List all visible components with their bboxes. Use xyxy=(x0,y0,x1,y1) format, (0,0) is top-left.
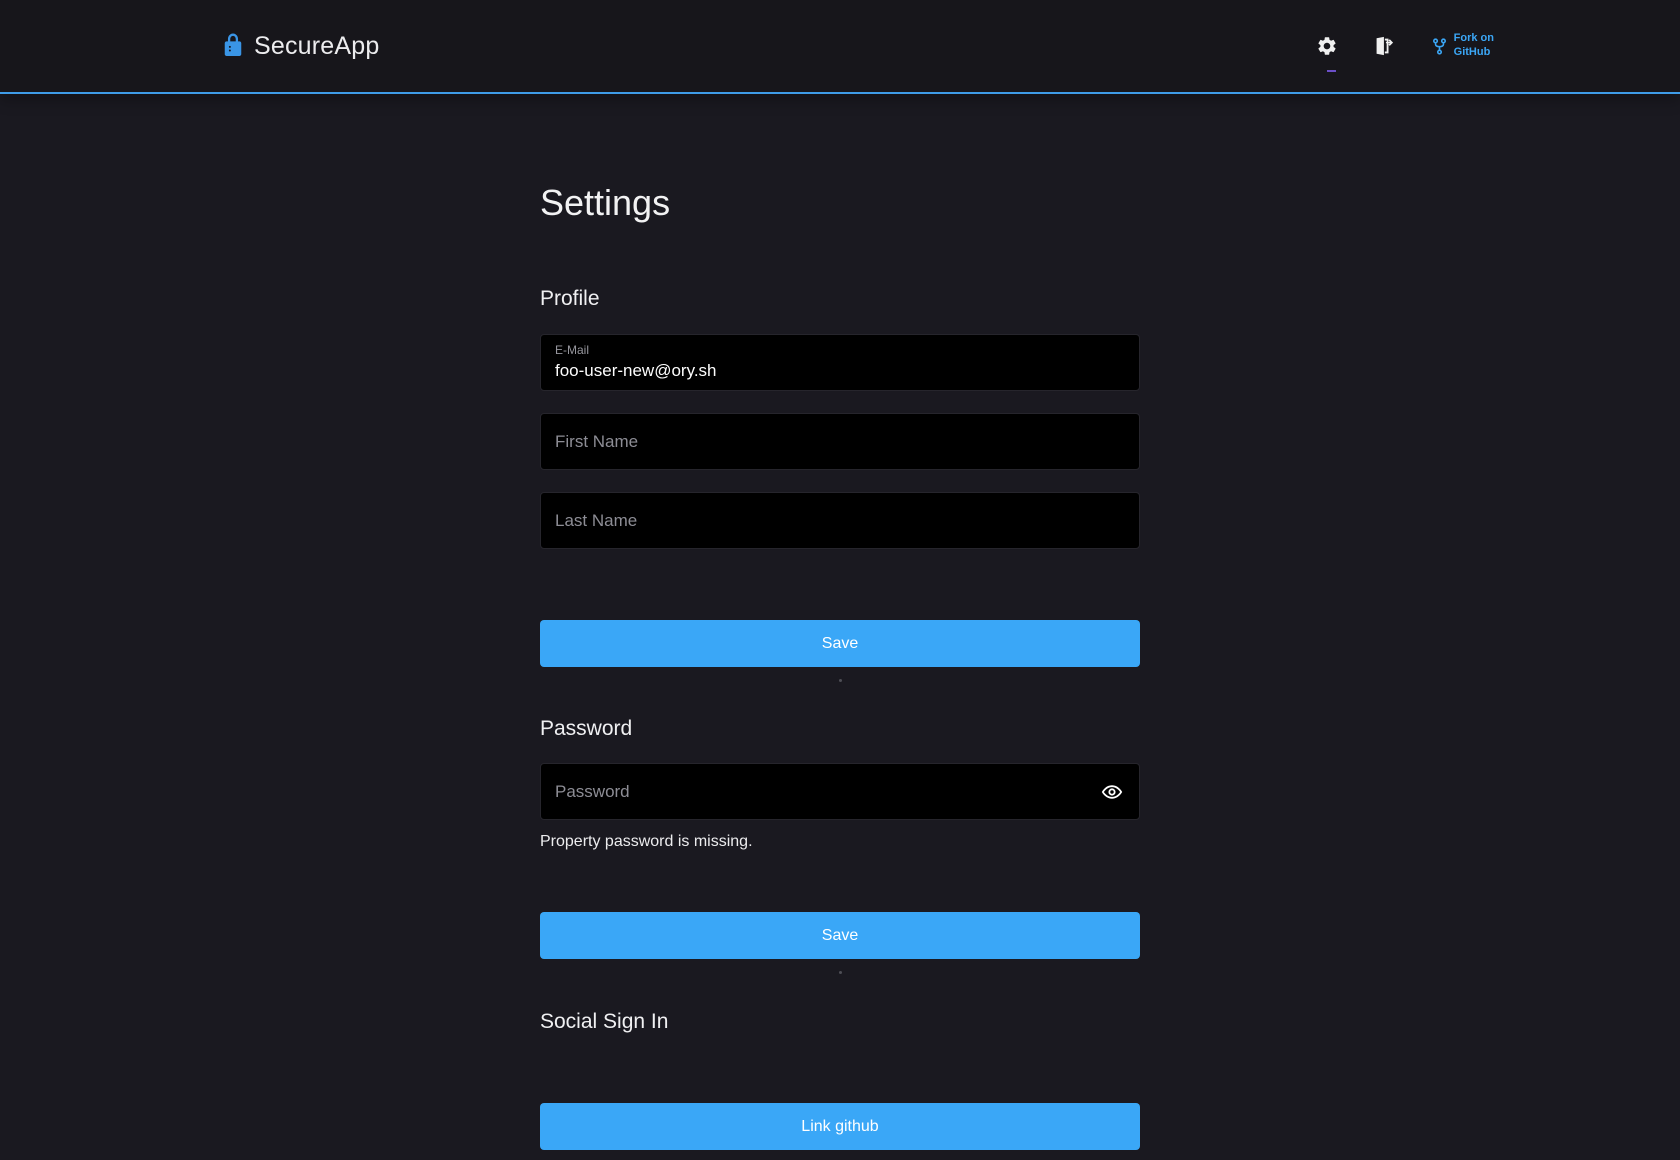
profile-save-button[interactable]: Save xyxy=(540,620,1140,667)
dot-separator xyxy=(839,679,842,682)
logout-button[interactable] xyxy=(1370,33,1396,59)
last-name-field[interactable] xyxy=(540,492,1140,549)
email-input[interactable] xyxy=(555,358,1125,381)
profile-section-heading: Profile xyxy=(540,286,1140,311)
email-field-label: E-Mail xyxy=(555,343,1125,358)
fork-on-github-link[interactable]: Fork on GitHub xyxy=(1430,32,1494,60)
navbar: SecureApp Fork on xyxy=(0,0,1680,94)
email-field[interactable]: E-Mail xyxy=(540,334,1140,391)
navbar-actions: Fork on GitHub xyxy=(1314,32,1494,60)
dot-separator xyxy=(839,971,842,974)
link-github-button[interactable]: Link github xyxy=(540,1103,1140,1150)
logout-icon xyxy=(1372,35,1394,57)
first-name-input[interactable] xyxy=(555,432,1125,452)
eye-icon xyxy=(1101,781,1123,803)
password-field[interactable] xyxy=(540,763,1140,820)
brand-logo[interactable]: SecureApp xyxy=(222,32,380,61)
lock-icon xyxy=(222,32,244,58)
gear-underline-mark xyxy=(1327,70,1336,72)
social-section-heading: Social Sign In xyxy=(540,1009,1140,1034)
settings-page: Settings Profile E-Mail Save Password Pr… xyxy=(540,94,1140,1150)
brand-name: SecureApp xyxy=(254,32,380,61)
reveal-password-button[interactable] xyxy=(1099,779,1125,805)
gear-icon xyxy=(1316,35,1338,57)
last-name-input[interactable] xyxy=(555,511,1125,531)
password-input[interactable] xyxy=(555,782,1125,802)
settings-button[interactable] xyxy=(1314,33,1340,59)
git-fork-icon xyxy=(1430,37,1449,56)
fork-link-label: Fork on GitHub xyxy=(1454,32,1494,60)
first-name-field[interactable] xyxy=(540,413,1140,470)
password-save-button[interactable]: Save xyxy=(540,912,1140,959)
password-error-message: Property password is missing. xyxy=(540,832,1140,853)
page-title: Settings xyxy=(540,182,1140,224)
password-section-heading: Password xyxy=(540,716,1140,741)
